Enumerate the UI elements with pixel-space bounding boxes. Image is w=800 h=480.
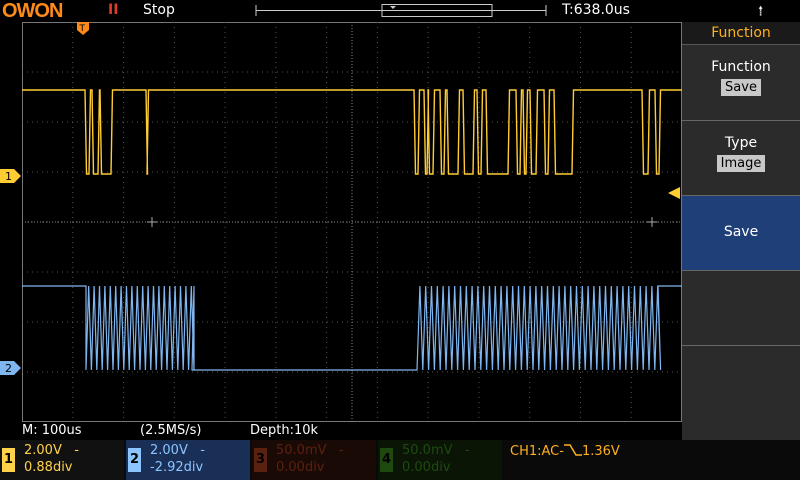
menu-type-label: Type xyxy=(724,135,758,151)
grid-crosshair xyxy=(147,217,157,227)
waveform-display[interactable] xyxy=(22,22,682,422)
sample-rate-readout: (2.5MS/s) xyxy=(140,423,202,438)
channel-3-badge: 3 xyxy=(254,448,267,472)
trigger-source-label: CH1:AC- xyxy=(510,444,564,459)
pause-indicator-icon[interactable]: II xyxy=(108,2,118,18)
channel-1-info[interactable]: 1 2.00V - 0.88div xyxy=(0,440,124,480)
timebase-readout: M: 100us xyxy=(22,423,82,438)
channel-2-info[interactable]: 2 2.00V - -2.92div xyxy=(126,440,250,480)
channel-1-volts: 2.00V - xyxy=(24,443,79,458)
waveform-grid[interactable] xyxy=(22,22,682,422)
channel-1-offset: 0.88div xyxy=(24,460,73,475)
menu-type-button[interactable]: Type Image xyxy=(682,121,800,196)
trigger-info[interactable]: CH1:AC- 1.36V xyxy=(510,443,620,459)
record-depth-readout: Depth:10k xyxy=(250,423,319,438)
channel-4-offset: 0.00div xyxy=(402,460,451,475)
falling-edge-icon xyxy=(563,444,582,456)
ch2-level-marker[interactable]: 2 xyxy=(0,360,22,376)
memory-position-bar[interactable] xyxy=(254,4,548,17)
trigger-level-label: 1.36V xyxy=(581,444,620,459)
menu-save-button[interactable]: Save xyxy=(682,196,800,271)
channel-2-offset: -2.92div xyxy=(150,460,204,475)
brand-logo: OWON xyxy=(2,0,63,22)
channel-3-info[interactable]: 3 50.0mV - 0.00div xyxy=(252,440,376,480)
ch2-marker-label: 2 xyxy=(5,362,12,375)
menu-empty-button-4[interactable] xyxy=(682,271,800,346)
channel-2-badge: 2 xyxy=(128,448,141,472)
channel-4-info[interactable]: 4 50.0mV - 0.00div xyxy=(378,440,502,480)
trigger-position-readout: T:638.0us xyxy=(562,2,630,18)
trigger-time-marker[interactable]: T xyxy=(76,22,90,36)
menu-save-label: Save xyxy=(723,224,759,240)
menu-empty-button-5[interactable] xyxy=(682,346,800,420)
channel-4-badge: 4 xyxy=(380,448,393,472)
ch1-marker-label: 1 xyxy=(5,170,12,183)
channel-2-volts: 2.00V - xyxy=(150,443,205,458)
channel-1-badge: 1 xyxy=(2,448,15,472)
top-bar: OWON II Stop T:638.0us ⭫ xyxy=(0,0,800,22)
run-state-label: Stop xyxy=(143,2,175,18)
trigger-marker-label: T xyxy=(79,24,86,34)
status-bar: M: 100us (2.5MS/s) Depth:10k xyxy=(0,422,682,440)
menu-function-value: Save xyxy=(721,79,761,96)
channel-4-volts: 50.0mV - xyxy=(402,443,470,458)
trigger-level-marker[interactable] xyxy=(667,186,681,200)
menu-function-label: Function xyxy=(711,59,771,75)
channel-3-volts: 50.0mV - xyxy=(276,443,344,458)
menu-type-value: Image xyxy=(716,155,766,172)
menu-function-button[interactable]: Function Save xyxy=(682,45,800,121)
function-menu: Function Function Save Type Image Save xyxy=(682,22,800,440)
grid-crosshair xyxy=(647,217,657,227)
ch1-waveform xyxy=(22,89,682,175)
ch1-level-marker[interactable]: 1 xyxy=(0,168,22,184)
channel-3-offset: 0.00div xyxy=(276,460,325,475)
menu-title: Function xyxy=(682,22,800,45)
